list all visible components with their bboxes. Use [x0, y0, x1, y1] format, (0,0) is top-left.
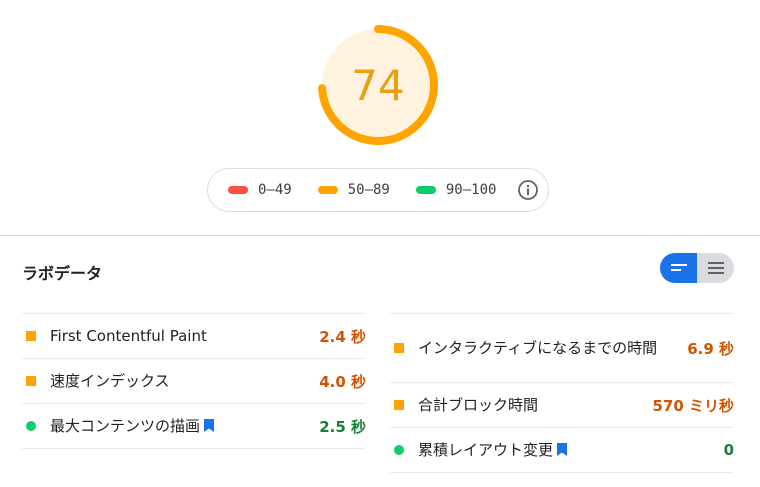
metric-label: 速度インデックス — [50, 372, 170, 390]
metric-label: インタラクティブになるまでの時間 — [418, 339, 658, 357]
metric-cumulative-layout-shift: 累積レイアウト変更 0 — [390, 427, 734, 473]
metric-value: 570 ミリ秒 — [652, 396, 734, 415]
metric-total-blocking-time: 合計ブロック時間 570 ミリ秒 — [390, 382, 734, 427]
legend-item-pass: 90–100 — [415, 182, 497, 198]
info-icon[interactable] — [517, 179, 539, 201]
section-title: ラボデータ — [22, 264, 103, 283]
section-divider — [0, 235, 760, 236]
bookmark-icon[interactable] — [204, 419, 215, 432]
metric-time-to-interactive: インタラクティブになるまでの時間 6.9 秒 — [390, 313, 734, 382]
bar-view-button[interactable] — [660, 253, 697, 283]
legend-item-fail: 0–49 — [228, 182, 292, 198]
metrics-column-left: First Contentful Paint 2.4 秒 速度インデックス 4.… — [22, 313, 366, 449]
pass-indicator-icon — [394, 445, 404, 455]
legend-swatch-pass — [415, 186, 436, 194]
list-view-button[interactable] — [697, 253, 734, 283]
score-value: 74 — [351, 60, 405, 110]
metric-first-contentful-paint: First Contentful Paint 2.4 秒 — [22, 313, 366, 358]
metric-value: 4.0 秒 — [319, 372, 366, 391]
legend-swatch-fail — [228, 186, 248, 194]
metric-label-wrap: 最大コンテンツの描画 — [50, 415, 319, 437]
metric-speed-index: 速度インデックス 4.0 秒 — [22, 358, 366, 403]
pass-indicator-icon — [26, 421, 36, 431]
average-indicator-icon — [26, 331, 36, 341]
average-indicator-icon — [26, 376, 36, 386]
score-legend: 0–49 50–89 90–100 — [207, 168, 549, 212]
legend-swatch-average — [317, 186, 338, 194]
metric-label: 合計ブロック時間 — [418, 396, 539, 414]
legend-item-average: 50–89 — [317, 182, 390, 198]
bookmark-icon[interactable] — [557, 443, 568, 456]
bar-view-icon — [670, 264, 687, 271]
metric-value: 0 — [723, 441, 734, 459]
list-view-icon — [707, 262, 724, 274]
metric-value: 2.5 秒 — [319, 417, 366, 436]
performance-score-gauge: 74 — [313, 20, 443, 150]
metrics-column-right: インタラクティブになるまでの時間 6.9 秒 合計ブロック時間 570 ミリ秒 … — [390, 313, 734, 473]
metric-value: 2.4 秒 — [319, 327, 366, 346]
average-indicator-icon — [394, 343, 404, 353]
metric-value: 6.9 秒 — [687, 339, 734, 358]
metric-label: First Contentful Paint — [50, 327, 207, 345]
legend-label-pass: 90–100 — [445, 182, 497, 198]
legend-label-fail: 0–49 — [258, 182, 292, 198]
metric-label: 累積レイアウト変更 — [418, 441, 554, 459]
legend-label-average: 50–89 — [347, 182, 390, 198]
view-toggle — [660, 253, 734, 283]
metric-label: 最大コンテンツの描画 — [50, 417, 201, 435]
metric-largest-contentful-paint: 最大コンテンツの描画 2.5 秒 — [22, 403, 366, 449]
average-indicator-icon — [394, 400, 404, 410]
metric-label-wrap: 累積レイアウト変更 — [418, 439, 724, 461]
